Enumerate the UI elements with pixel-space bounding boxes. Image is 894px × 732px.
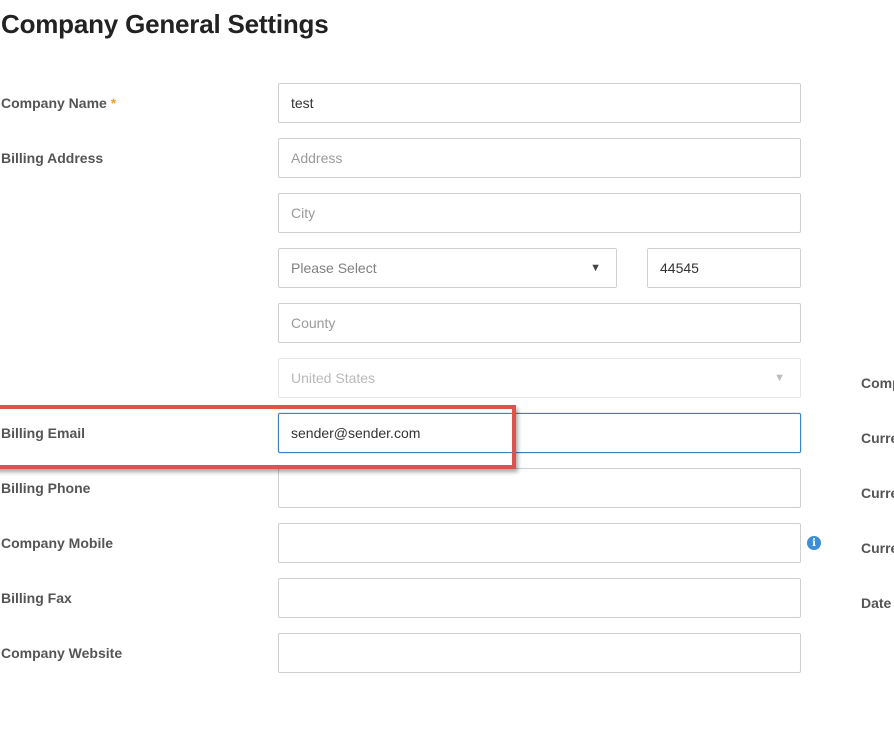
billing-fax-label: Billing Fax [1, 590, 72, 606]
company-name-label-text: Company Name [1, 95, 107, 111]
right-column-label: Curre [861, 485, 894, 501]
county-input[interactable] [278, 303, 801, 343]
right-column-label: Curre [861, 430, 894, 446]
billing-fax-input[interactable] [278, 578, 801, 618]
right-column-label: Curre [861, 540, 894, 556]
billing-email-input[interactable] [278, 413, 801, 453]
company-name-label: Company Name * [1, 95, 116, 111]
country-select: United States ▼ [278, 358, 801, 398]
company-website-input[interactable] [278, 633, 801, 673]
billing-address-label: Billing Address [1, 150, 104, 166]
page-title: Company General Settings [1, 9, 329, 39]
chevron-down-icon: ▼ [590, 262, 601, 274]
billing-phone-input[interactable] [278, 468, 801, 508]
city-input[interactable] [278, 193, 801, 233]
info-icon[interactable]: i [807, 536, 821, 550]
company-mobile-input[interactable] [278, 523, 801, 563]
chevron-down-icon: ▼ [774, 372, 785, 384]
company-mobile-label: Company Mobile [1, 535, 114, 551]
country-select-value: United States [291, 370, 376, 386]
company-website-label: Company Website [1, 645, 123, 661]
right-column-label: Comp [861, 375, 894, 391]
right-column-label: Date [861, 595, 892, 611]
state-select[interactable]: Please Select ▼ [278, 248, 617, 288]
billing-phone-label: Billing Phone [1, 480, 91, 496]
company-name-input[interactable] [278, 83, 801, 123]
address-input[interactable] [278, 138, 801, 178]
state-select-value: Please Select [291, 260, 377, 276]
zip-input[interactable] [647, 248, 801, 288]
required-star: * [110, 95, 117, 111]
company-settings-page: Company General Settings Company Name * … [0, 0, 894, 732]
billing-email-label: Billing Email [1, 425, 86, 441]
